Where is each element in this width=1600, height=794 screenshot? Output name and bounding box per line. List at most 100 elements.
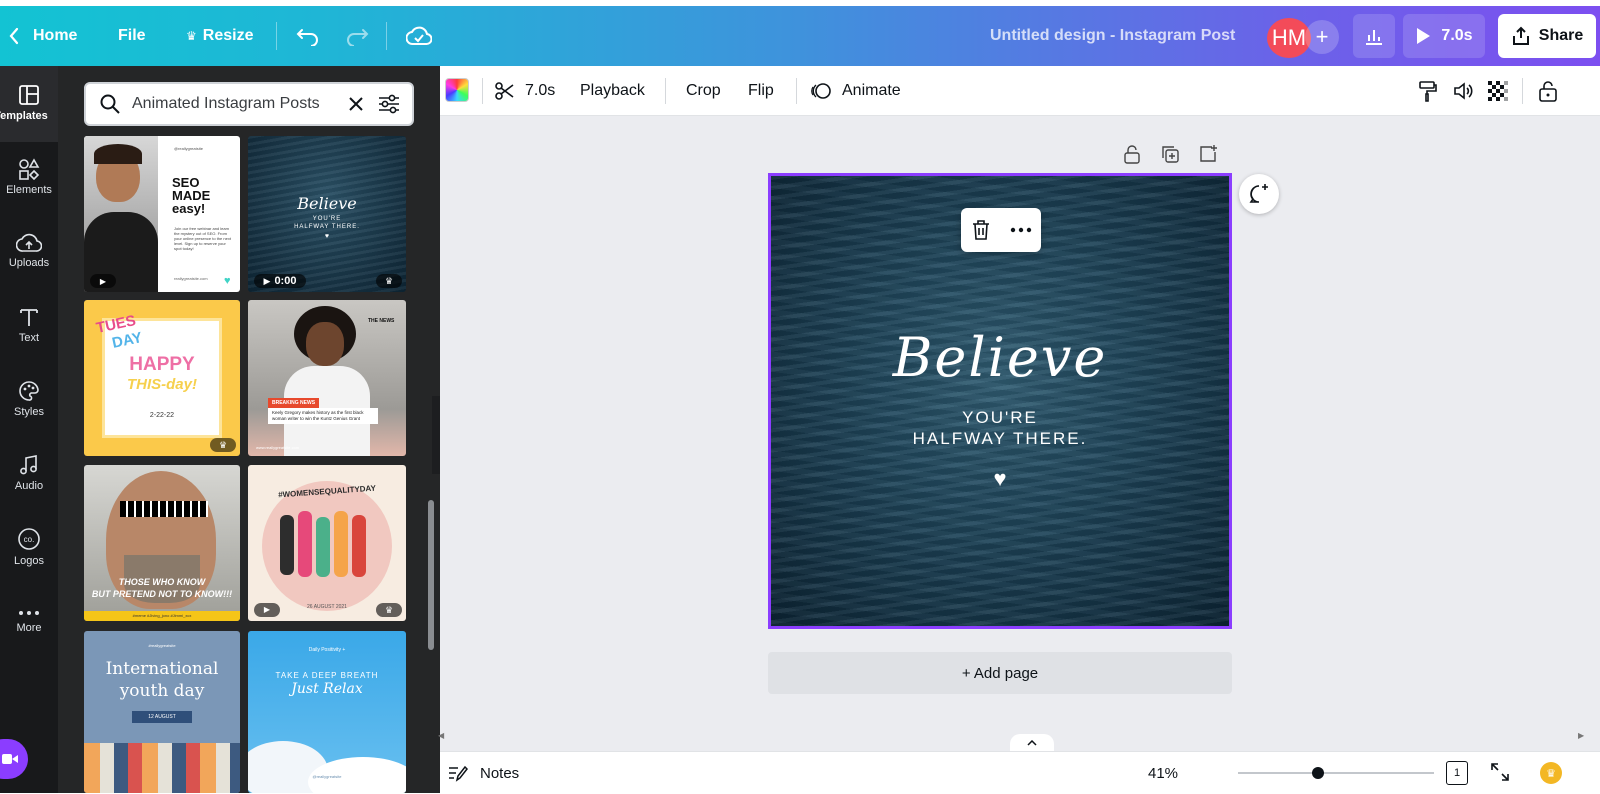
template-thumbnail-news[interactable]: THE NEWS BREAKING NEWS Keely Gregory mak… [248, 300, 406, 456]
duplicate-page-icon[interactable] [1160, 144, 1180, 164]
sidebar-item-elements[interactable]: Elements [0, 142, 58, 212]
photo-man [84, 136, 158, 292]
scroll-right-icon[interactable]: ▶ [1578, 731, 1584, 740]
heart-icon[interactable]: ♥ [771, 466, 1229, 492]
template-breaking: BREAKING NEWS [268, 398, 320, 408]
crop-button[interactable]: Crop [686, 66, 721, 116]
playback-button[interactable]: Playback [580, 66, 645, 116]
undo-icon[interactable] [296, 6, 320, 66]
sidebar-item-audio[interactable]: Audio [0, 438, 58, 508]
heart-icon: ♥ [324, 233, 330, 240]
templates-icon [19, 85, 39, 105]
template-thumbnail-relax[interactable]: Daily Positivity + TAKE A DEEP BREATH Ju… [248, 631, 406, 793]
design-title[interactable]: Untitled design - Instagram Post [990, 6, 1235, 66]
animate-button[interactable]: Animate [810, 66, 901, 116]
template-thumbnail-tuesday[interactable]: TUES DAY HAPPY THIS-day! 2-22-22 ♛ [84, 300, 240, 456]
search-box[interactable]: Animated Instagram Posts [84, 82, 414, 126]
trash-icon[interactable] [971, 219, 991, 241]
figure [352, 515, 366, 577]
share-icon [1512, 26, 1529, 45]
ocean-background-video[interactable]: Believe YOU'RE HALFWAY THERE. ♥ [771, 176, 1229, 626]
invite-plus-button[interactable]: + [1305, 20, 1339, 54]
canvas-line2[interactable]: HALFWAY THERE. [771, 429, 1229, 449]
volume-icon[interactable] [1453, 66, 1475, 116]
add-page-button[interactable]: + Add page [768, 652, 1232, 694]
panel-scrollbar[interactable] [428, 500, 434, 650]
animate-icon [811, 83, 831, 99]
share-button[interactable]: Share [1498, 14, 1596, 58]
file-menu-button[interactable]: File [118, 6, 146, 66]
template-handle: #reallygreatsite [148, 643, 176, 648]
scroll-left-icon[interactable]: ◀ [438, 731, 444, 740]
back-chevron-icon[interactable] [8, 6, 20, 66]
search-input[interactable]: Animated Instagram Posts [132, 95, 320, 113]
play-button[interactable]: 7.0s [1403, 14, 1485, 58]
horizontal-scrollbar[interactable]: ◀ ▶ [438, 731, 1592, 743]
paint-roller-icon[interactable] [1418, 66, 1438, 116]
fullscreen-icon[interactable] [1490, 762, 1510, 787]
sidebar-item-uploads[interactable]: Uploads [0, 216, 58, 286]
template-line2: Just Relax [291, 681, 363, 697]
canvas-script-text[interactable]: Believe [771, 326, 1229, 389]
template-thisday: THIS-day! [126, 376, 197, 393]
water-texture [248, 136, 406, 292]
bar-chart-icon [1366, 30, 1382, 45]
add-comment-button[interactable] [1239, 174, 1279, 214]
flip-button[interactable]: Flip [748, 66, 774, 116]
sidebar-item-logos[interactable]: co. Logos [0, 512, 58, 582]
resize-button[interactable]: ♛ Resize [186, 6, 253, 66]
template-footer: #meme #Jiving_jono #Jimmi_xcx [84, 611, 240, 621]
template-line1: THOSE WHO KNOW [118, 577, 206, 587]
zoom-slider[interactable] [1238, 767, 1434, 779]
template-badge: THE NEWS [368, 318, 395, 324]
duration-button[interactable]: 7.0s [495, 66, 555, 116]
canvas-line1[interactable]: YOU'RE [771, 408, 1229, 428]
lock-icon[interactable] [1538, 66, 1558, 116]
zoom-slider-knob[interactable] [1312, 767, 1325, 779]
template-footer: reallygreatsite.com [174, 276, 208, 281]
pixel-sunglasses [120, 501, 208, 517]
toolbar-divider [482, 78, 483, 104]
template-line2: HALFWAY THERE. [294, 224, 360, 230]
toolbar-divider [796, 78, 797, 104]
lock-page-icon[interactable] [1122, 144, 1142, 164]
sidebar-item-styles[interactable]: Styles [0, 364, 58, 434]
template-thumbnail-equality[interactable]: #WOMENSEQUALITYDAY 26 AUGUST 2021 ▶ ♛ [248, 465, 406, 621]
template-body: Keely Gregory makes history as the first… [268, 408, 378, 424]
template-script: Believe [297, 194, 357, 213]
template-thumbnail-meme[interactable]: THOSE WHO KNOW BUT PRETEND NOT TO KNOW!!… [84, 465, 240, 621]
topbar-divider [276, 22, 277, 50]
zoom-percent[interactable]: 41% [1148, 752, 1178, 794]
sidebar-item-more[interactable]: More [0, 586, 58, 656]
sidebar-item-text[interactable]: Text [0, 290, 58, 360]
more-options-icon[interactable] [1010, 227, 1032, 233]
sidebar-item-label: Text [18, 332, 40, 344]
photo-face [306, 322, 344, 366]
animate-label: Animate [842, 82, 901, 99]
template-thumbnail-seo[interactable]: @reallygreatsite SEO MADE easy! Join our… [84, 136, 240, 292]
home-button[interactable]: Home [33, 6, 77, 66]
template-top: Daily Positivity + [308, 647, 346, 653]
transparency-icon[interactable] [1488, 66, 1508, 116]
template-title1: International [105, 659, 219, 679]
help-crown-icon[interactable]: ♛ [1540, 762, 1562, 784]
clear-icon[interactable] [348, 96, 364, 112]
notes-button[interactable]: Notes [448, 752, 519, 794]
template-line1: YOU'RE [312, 216, 342, 222]
add-page-icon[interactable] [1198, 144, 1218, 164]
notes-icon [449, 765, 468, 782]
template-thumbnail-believe[interactable]: Believe YOU'RE HALFWAY THERE. ♥ ▶ 0:00 ♛ [248, 136, 406, 292]
color-picker-swatch[interactable] [445, 78, 469, 102]
filter-icon[interactable] [378, 94, 400, 114]
design-canvas[interactable]: Believe YOU'RE HALFWAY THERE. ♥ [768, 173, 1232, 629]
redo-icon[interactable] [345, 6, 369, 66]
page-count-button[interactable]: 1 [1446, 761, 1468, 785]
insights-button[interactable] [1353, 14, 1395, 58]
page-actions [1122, 144, 1218, 164]
sidebar-item-templates[interactable]: Templates [0, 66, 58, 142]
crown-icon: ♛ [210, 438, 236, 452]
cloud-saved-icon[interactable] [406, 6, 432, 66]
play-icon [1417, 28, 1431, 44]
template-happy: HAPPY [129, 354, 195, 375]
template-thumbnail-youth-day[interactable]: #reallygreatsite International youth day… [84, 631, 240, 793]
